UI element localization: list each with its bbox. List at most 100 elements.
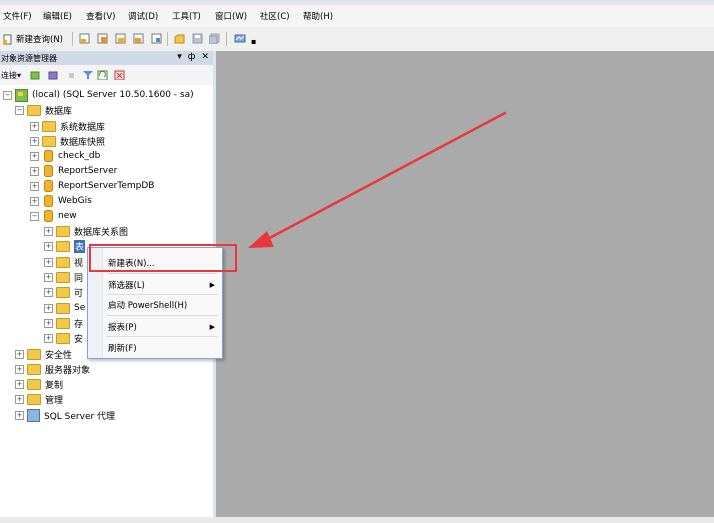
expand-icon[interactable]: + <box>30 181 39 191</box>
expand-icon[interactable]: + <box>44 318 53 328</box>
expand-icon[interactable]: + <box>30 136 39 146</box>
expand-icon[interactable]: + <box>44 257 53 267</box>
tree-tables-folder[interactable]: + 表 <box>44 239 86 253</box>
expand-icon[interactable]: + <box>30 196 39 206</box>
expand-icon[interactable]: + <box>30 166 39 176</box>
expand-icon[interactable]: + <box>15 394 24 404</box>
object-explorer-title: 对象资源管理器 <box>1 54 57 63</box>
context-menu-reports[interactable]: 报表(P) <box>108 321 137 333</box>
new-query-button[interactable]: 新建查询(N) <box>3 33 63 45</box>
context-menu-refresh[interactable]: 刷新(F) <box>108 342 137 354</box>
tree-item-label: 同 <box>74 273 84 284</box>
tree-database-new[interactable]: − new <box>30 209 77 223</box>
expand-icon[interactable]: + <box>15 349 24 359</box>
tree-service-broker-folder[interactable]: + Se <box>44 301 85 315</box>
tree-item-label: 管理 <box>45 395 64 406</box>
tree-storage-folder[interactable]: + 存 <box>44 316 83 330</box>
activity-monitor-icon[interactable] <box>234 33 246 44</box>
object-explorer-header: 对象资源管理器 ▾ ф ✕ <box>0 51 213 65</box>
tree-system-databases[interactable]: + 系统数据库 <box>30 119 105 133</box>
expand-icon[interactable]: + <box>30 121 39 131</box>
toolbar-overflow-icon[interactable]: ▪ <box>251 37 256 46</box>
tree-replication[interactable]: + 复制 <box>15 377 63 391</box>
open-file-icon[interactable] <box>174 33 186 44</box>
refresh-icon[interactable] <box>97 70 108 80</box>
tree-database-snapshots[interactable]: + 数据库快照 <box>30 134 105 148</box>
expand-icon[interactable]: + <box>44 241 53 251</box>
tree-item-label: 可 <box>74 288 84 299</box>
panel-pin-icon[interactable]: ф <box>188 52 196 62</box>
expand-icon[interactable]: + <box>44 287 53 297</box>
tree-server-objects[interactable]: + 服务器对象 <box>15 362 90 376</box>
tree-programmability-folder[interactable]: + 可 <box>44 285 83 299</box>
tree-database[interactable]: + check_db <box>30 149 100 163</box>
standard-toolbar: 新建查询(N) ▪ <box>0 27 714 52</box>
expand-icon[interactable]: + <box>44 303 53 313</box>
tree-management[interactable]: + 管理 <box>15 392 63 406</box>
tree-item-label: 复制 <box>45 380 64 391</box>
tree-database[interactable]: + WebGis <box>30 194 92 208</box>
xmla-query-icon[interactable] <box>151 33 163 44</box>
expand-icon[interactable]: + <box>15 364 24 374</box>
menu-edit[interactable]: 编辑(E) <box>43 10 72 22</box>
toolbar-separator <box>226 32 227 46</box>
tree-security-subfolder[interactable]: + 安 <box>44 331 83 345</box>
panel-dropdown-icon[interactable]: ▾ <box>177 52 182 62</box>
tree-database[interactable]: + ReportServer <box>30 164 117 178</box>
context-menu-start-powershell[interactable]: 启动 PowerShell(H) <box>108 299 187 311</box>
summary-icon[interactable] <box>114 70 125 80</box>
folder-icon <box>27 104 41 116</box>
tree-synonyms-folder[interactable]: + 同 <box>44 270 83 284</box>
menu-view[interactable]: 查看(V) <box>86 10 115 22</box>
tree-database[interactable]: + ReportServerTempDB <box>30 179 154 193</box>
menu-file[interactable]: 文件(F) <box>3 10 32 22</box>
context-menu-separator <box>106 336 218 337</box>
folder-icon <box>42 120 56 132</box>
context-menu-filter[interactable]: 筛选器(L) <box>108 279 145 291</box>
menu-community[interactable]: 社区(C) <box>260 10 290 22</box>
expand-icon[interactable]: + <box>44 333 53 343</box>
tree-item-label: Se <box>74 303 86 313</box>
tree-server[interactable]: − (local) (SQL Server 10.50.1600 - sa) <box>3 88 194 102</box>
server-icon <box>15 88 28 102</box>
tree-item-label: SQL Server 代理 <box>44 411 116 422</box>
object-explorer-toolbar: 连接▾ <box>0 65 213 85</box>
menu-debug[interactable]: 调试(D) <box>128 10 158 22</box>
tree-db-diagrams[interactable]: + 数据库关系图 <box>44 224 128 238</box>
panel-close-icon[interactable]: ✕ <box>201 52 209 62</box>
expand-icon[interactable]: + <box>44 272 53 282</box>
database-icon <box>44 180 53 192</box>
disconnect-icon[interactable] <box>48 70 59 80</box>
collapse-icon[interactable]: − <box>3 90 12 100</box>
connect-button[interactable]: 连接▾ <box>1 70 21 81</box>
tree-databases-folder[interactable]: − 数据库 <box>15 103 72 117</box>
menu-window[interactable]: 窗口(W) <box>215 10 247 22</box>
menu-tools[interactable]: 工具(T) <box>172 10 201 22</box>
expand-icon[interactable]: + <box>44 226 53 236</box>
connect-object-icon[interactable] <box>30 70 41 80</box>
mdx-query-icon[interactable] <box>115 33 127 44</box>
tree-security[interactable]: + 安全性 <box>15 347 72 361</box>
tree-item-label: new <box>58 211 77 221</box>
save-icon[interactable] <box>192 33 204 44</box>
tree-sql-agent[interactable]: + SQL Server 代理 <box>15 408 115 422</box>
analysis-query-icon[interactable] <box>97 33 109 44</box>
tree-item-label: check_db <box>58 151 101 161</box>
annotation-arrow-icon <box>248 111 507 248</box>
database-icon <box>44 195 53 207</box>
filter-icon[interactable] <box>83 70 94 80</box>
tree-item-label: 数据库关系图 <box>74 227 129 238</box>
expand-icon[interactable]: + <box>15 379 24 389</box>
tree-views-folder[interactable]: + 视 <box>44 255 83 269</box>
stop-icon[interactable] <box>66 70 77 80</box>
tree-item-label: 视 <box>74 258 84 269</box>
expand-icon[interactable]: + <box>15 410 24 420</box>
collapse-icon[interactable]: − <box>15 105 24 115</box>
collapse-icon[interactable]: − <box>30 211 39 221</box>
db-engine-query-icon[interactable] <box>79 33 91 44</box>
expand-icon[interactable]: + <box>30 151 39 161</box>
dmx-query-icon[interactable] <box>133 33 145 44</box>
folder-icon <box>56 256 70 268</box>
menu-help[interactable]: 帮助(H) <box>303 10 333 22</box>
save-all-icon[interactable] <box>209 33 221 44</box>
